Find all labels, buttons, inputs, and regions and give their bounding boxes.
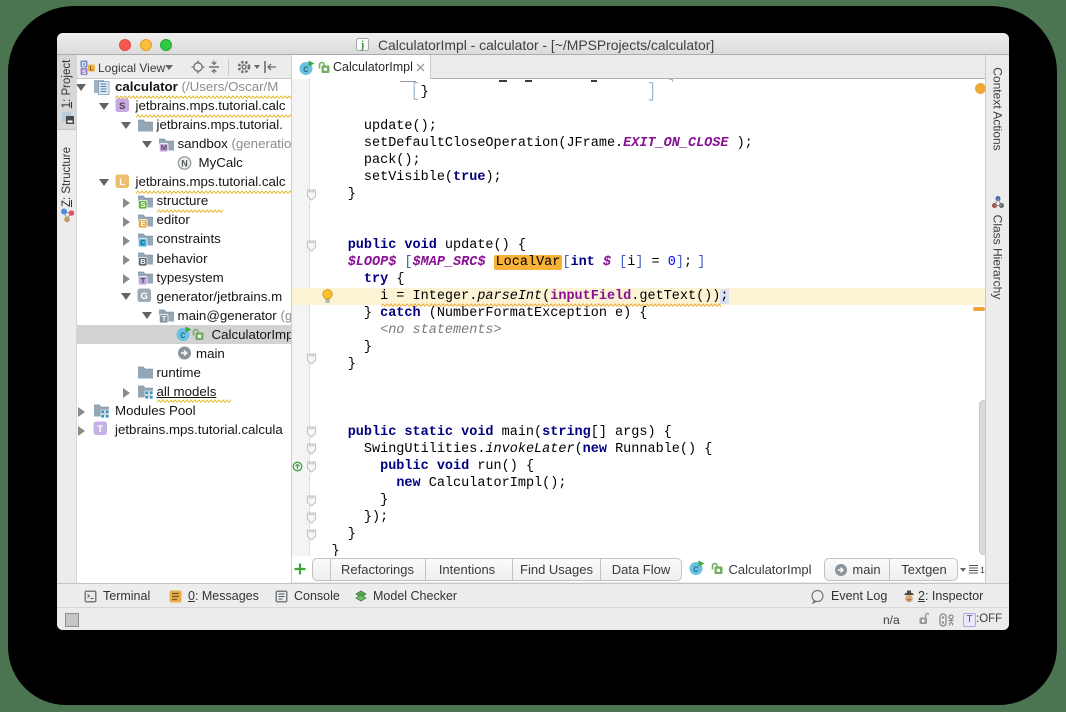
svg-text:S: S [119,101,125,112]
svg-text:S: S [140,200,145,209]
svg-text:c: c [180,330,185,341]
svg-text:G: G [141,291,148,302]
svg-text:c: c [693,564,698,575]
svg-text:C: C [140,238,146,247]
svg-text:c: c [303,64,308,75]
svg-text:M: M [161,143,167,152]
svg-text:T: T [97,424,103,435]
svg-text:E: E [140,219,145,228]
svg-text:D: D [82,63,87,69]
svg-text:L: L [90,67,94,73]
svg-text:T: T [162,314,167,323]
svg-text:L: L [119,177,125,188]
svg-text:B: B [140,257,146,266]
svg-text:S: S [82,70,86,75]
svg-text:T: T [141,276,146,285]
svg-text:N: N [181,158,188,168]
svg-text:j: j [360,40,364,51]
